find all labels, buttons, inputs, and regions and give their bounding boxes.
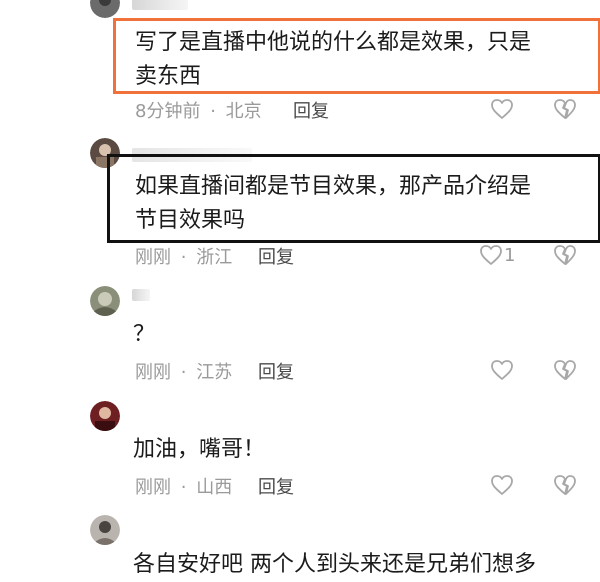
comment-meta: 刚刚 · 山西 bbox=[135, 477, 233, 498]
comment-meta: 刚刚 · 浙江 bbox=[135, 247, 233, 268]
broken-heart-icon[interactable] bbox=[553, 359, 577, 385]
broken-heart-icon[interactable] bbox=[553, 244, 577, 270]
username-blurred[interactable] bbox=[132, 0, 188, 10]
avatar[interactable] bbox=[90, 401, 120, 431]
comment-text: 加油，嘴哥！ bbox=[133, 437, 266, 462]
like-count: 1 bbox=[504, 245, 516, 266]
comment-text: 各自安好吧 两个人到头来还是兄弟们想多 bbox=[133, 552, 536, 577]
comment-text: ？ bbox=[133, 322, 156, 347]
comment-text: 如果直播间都是节目效果，那产品介绍是 节目效果吗 bbox=[135, 174, 532, 233]
reply-button[interactable]: 回复 bbox=[258, 476, 294, 500]
broken-heart-icon[interactable] bbox=[553, 98, 577, 124]
heart-outline-icon[interactable] bbox=[490, 359, 514, 385]
comment-text: 写了是直播中他说的什么都是效果，只是 卖东西 bbox=[135, 30, 532, 89]
heart-outline-icon[interactable] bbox=[490, 474, 514, 500]
comment-meta: 8分钟前 · 北京 bbox=[135, 101, 262, 122]
avatar[interactable] bbox=[90, 0, 120, 18]
avatar[interactable] bbox=[90, 286, 120, 316]
reply-button[interactable]: 回复 bbox=[258, 246, 294, 270]
comment-meta: 刚刚 · 江苏 bbox=[135, 362, 233, 383]
reply-button[interactable]: 回复 bbox=[258, 361, 294, 385]
broken-heart-icon[interactable] bbox=[553, 474, 577, 500]
avatar[interactable] bbox=[90, 515, 120, 545]
username-blurred[interactable] bbox=[132, 289, 150, 301]
reply-button[interactable]: 回复 bbox=[293, 100, 329, 124]
heart-outline-icon[interactable] bbox=[490, 98, 514, 124]
heart-outline-icon[interactable] bbox=[479, 244, 503, 270]
